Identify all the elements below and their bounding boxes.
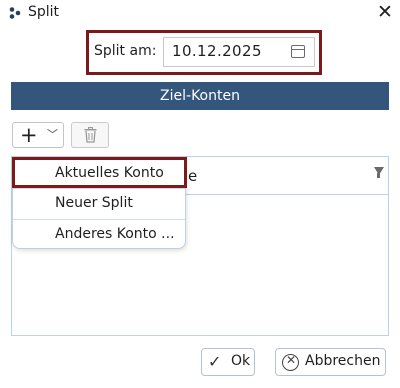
app-icon <box>9 7 21 19</box>
title-bar: Split ✕ <box>0 0 400 26</box>
cancel-icon: ✕ <box>282 353 299 371</box>
grid-header-label: e <box>188 167 198 185</box>
ok-button[interactable]: ✓ Ok <box>201 348 255 376</box>
ok-label: Ok <box>231 353 251 369</box>
section-header: Ziel-Konten <box>11 82 389 110</box>
trash-icon <box>84 127 97 143</box>
plus-icon: + <box>20 123 38 147</box>
cancel-button[interactable]: ✕ Abbrechen <box>275 348 386 376</box>
menu-item-new-split[interactable]: Neuer Split <box>13 188 185 217</box>
menu-highlight-frame <box>12 157 187 188</box>
filter-icon-stem <box>377 173 380 178</box>
window-title: Split <box>28 4 60 20</box>
chevron-down-icon: ﹀ <box>47 128 58 141</box>
add-dropdown-button[interactable]: + ﹀ <box>12 122 64 148</box>
check-icon: ✓ <box>208 352 222 371</box>
delete-button[interactable] <box>71 122 109 148</box>
menu-item-other-account[interactable]: Anderes Konto ... <box>13 219 185 248</box>
date-highlight-frame <box>86 30 322 75</box>
cancel-label: Abbrechen <box>305 353 381 369</box>
close-icon[interactable]: ✕ <box>370 0 400 26</box>
